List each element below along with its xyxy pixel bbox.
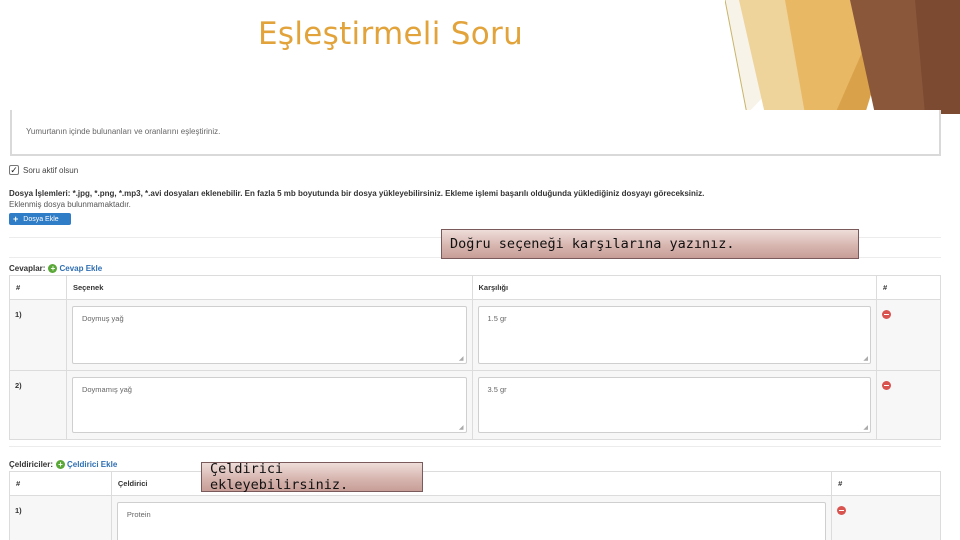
checkmark-icon: ✓: [10, 164, 18, 175]
distractor-cell: Protein: [110, 495, 833, 540]
distractors-header: Çeldiriciler: + Çeldirici Ekle: [9, 460, 117, 469]
table-row: 1) Protein: [9, 495, 941, 540]
col-action: #: [831, 471, 941, 496]
col-number: #: [9, 471, 112, 496]
add-file-label: Dosya Ekle: [23, 215, 59, 223]
distractors-title: Çeldiriciler:: [9, 460, 54, 469]
file-section-title: Dosya İşlemleri:: [9, 189, 71, 198]
slide-title: Eşleştirmeli Soru: [258, 16, 524, 52]
table-row: 2) Doymamış yağ ◢ 3.5 gr ◢: [9, 370, 941, 440]
match-cell: 1.5 gr ◢: [471, 299, 878, 371]
plus-icon: +: [13, 214, 19, 224]
distractor-value: Protein: [126, 510, 151, 519]
distractor-callout: Çeldirici ekleyebilirsiniz.: [201, 461, 423, 493]
col-match: Karşılığı: [471, 275, 878, 300]
resize-grip-icon[interactable]: ◢: [459, 424, 464, 431]
col-action: #: [876, 275, 941, 300]
answers-callout: Doğru seçeneği karşılarına yazınız.: [441, 229, 859, 259]
answers-title: Cevaplar:: [9, 264, 46, 273]
question-text: Yumurtanın içinde bulunanları ve oranlar…: [26, 127, 221, 136]
option-value: Doymamış yağ: [81, 385, 132, 394]
option-input[interactable]: Doymuş yağ ◢: [71, 306, 467, 364]
distractors-table-header: # Çeldirici #: [9, 471, 941, 496]
action-cell: [876, 370, 941, 440]
action-cell: [831, 495, 941, 540]
match-value: 1.5 gr: [487, 314, 507, 323]
col-number: #: [9, 275, 67, 300]
answers-header: Cevaplar: + Cevap Ekle: [9, 264, 102, 273]
minus-circle-icon[interactable]: [837, 506, 847, 515]
option-cell: Doymamış yağ ◢: [65, 370, 473, 440]
row-number: 1): [9, 495, 112, 540]
add-answer-link[interactable]: + Cevap Ekle: [48, 264, 102, 273]
match-input[interactable]: 1.5 gr ◢: [477, 306, 872, 364]
question-text-box[interactable]: Yumurtanın içinde bulunanları ve oranlar…: [10, 110, 941, 156]
active-toggle-row: ✓ Soru aktif olsun: [9, 165, 78, 175]
option-input[interactable]: Doymamış yağ ◢: [71, 377, 467, 433]
action-cell: [876, 299, 941, 371]
answers-table-header: # Seçenek Karşılığı #: [9, 275, 941, 300]
distractors-table: # Çeldirici # 1) Protein: [9, 471, 941, 540]
add-distractor-label: Çeldirici Ekle: [67, 460, 118, 469]
add-answer-label: Cevap Ekle: [59, 264, 103, 273]
question-form: Yumurtanın içinde bulunanları ve oranlar…: [0, 110, 960, 540]
plus-circle-icon: +: [56, 460, 66, 469]
match-input[interactable]: 3.5 gr ◢: [477, 377, 872, 433]
add-distractor-link[interactable]: + Çeldirici Ekle: [56, 460, 117, 469]
active-label: Soru aktif olsun: [23, 165, 79, 175]
option-value: Doymuş yağ: [81, 314, 124, 323]
no-file-text: Eklenmiş dosya bulunmamaktadır.: [9, 200, 131, 209]
resize-grip-icon[interactable]: ◢: [863, 424, 868, 431]
table-row: 1) Doymuş yağ ◢ 1.5 gr ◢: [9, 299, 941, 371]
distractor-input[interactable]: Protein: [116, 502, 827, 540]
answers-table: # Seçenek Karşılığı # 1) Doymuş yağ ◢ 1.5…: [9, 275, 941, 440]
divider: [9, 446, 941, 447]
file-info: Dosya İşlemleri: *.jpg, *.png, *.mp3, *.…: [9, 189, 729, 209]
plus-circle-icon: +: [48, 264, 58, 273]
resize-grip-icon[interactable]: ◢: [863, 355, 868, 362]
col-option: Seçenek: [65, 275, 473, 300]
match-cell: 3.5 gr ◢: [471, 370, 878, 440]
row-number: 1): [9, 299, 67, 371]
file-info-text: *.jpg, *.png, *.mp3, *.avi dosyaları ekl…: [70, 189, 705, 198]
match-value: 3.5 gr: [487, 385, 507, 394]
corner-decoration: [725, 0, 960, 114]
resize-grip-icon[interactable]: ◢: [459, 355, 464, 362]
row-number: 2): [9, 370, 67, 440]
add-file-button[interactable]: + Dosya Ekle: [9, 213, 71, 225]
option-cell: Doymuş yağ ◢: [65, 299, 473, 371]
minus-circle-icon[interactable]: [882, 310, 892, 319]
active-checkbox[interactable]: ✓: [9, 165, 19, 175]
minus-circle-icon[interactable]: [882, 381, 892, 390]
